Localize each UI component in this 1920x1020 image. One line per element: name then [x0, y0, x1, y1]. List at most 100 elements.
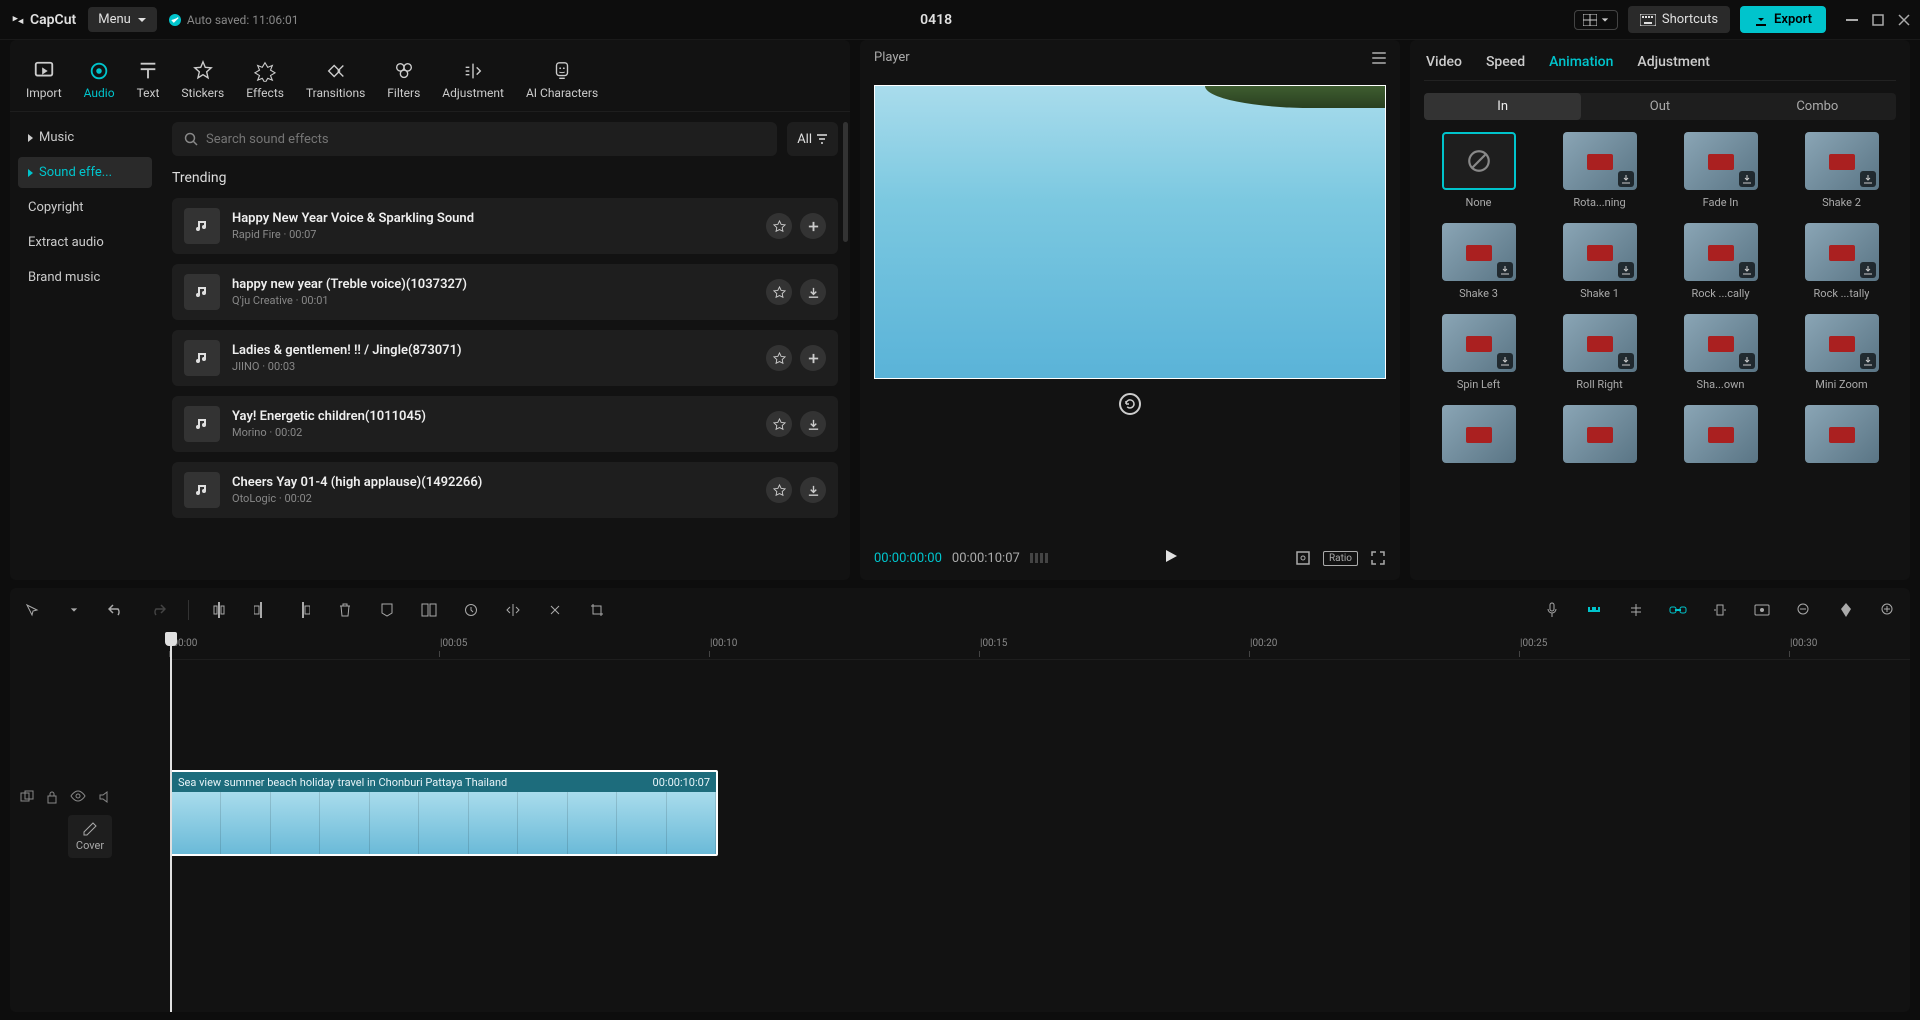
align-button[interactable]: [1624, 598, 1648, 622]
undo-button[interactable]: [104, 598, 128, 622]
rotate-button[interactable]: [543, 598, 567, 622]
anim-spin-left[interactable]: Spin Left: [1424, 314, 1533, 391]
search-input[interactable]: [206, 132, 765, 147]
crop-button[interactable]: [585, 598, 609, 622]
playhead[interactable]: [170, 632, 172, 1012]
zoom-out-button[interactable]: [1792, 598, 1816, 622]
prop-tab-animation[interactable]: Animation: [1549, 54, 1613, 70]
anim-sha-own[interactable]: Sha...own: [1666, 314, 1775, 391]
video-preview[interactable]: [874, 85, 1386, 379]
star-button[interactable]: [766, 213, 792, 239]
delete-button[interactable]: [333, 598, 357, 622]
screen-record-button[interactable]: [1750, 598, 1774, 622]
asset-tab-audio[interactable]: Audio: [82, 56, 117, 104]
magnet-toggle[interactable]: [1582, 598, 1606, 622]
prop-tab-video[interactable]: Video: [1426, 54, 1462, 70]
sound-row[interactable]: happy new year (Treble voice)(1037327)Q'…: [172, 264, 838, 320]
anim-rota-ning[interactable]: Rota...ning: [1545, 132, 1654, 209]
asset-tab-adjustment[interactable]: Adjustment: [440, 56, 506, 104]
recompute-icon[interactable]: [1119, 393, 1141, 415]
anim-shake-[interactable]: Shake 1: [1545, 223, 1654, 300]
zoom-in-button[interactable]: [1876, 598, 1900, 622]
scrollbar-thumb[interactable]: [843, 122, 848, 242]
anim-subtab-in[interactable]: In: [1424, 93, 1581, 120]
split-left-button[interactable]: [249, 598, 273, 622]
focus-icon[interactable]: [1295, 550, 1311, 566]
player-menu-icon[interactable]: [1372, 52, 1386, 64]
anim-partial[interactable]: [1424, 405, 1533, 463]
redo-button[interactable]: [146, 598, 170, 622]
anim-partial[interactable]: [1787, 405, 1896, 463]
minimize-button[interactable]: [1846, 14, 1858, 26]
sidebar-item-music[interactable]: Music: [18, 122, 152, 153]
plus-button[interactable]: [800, 213, 826, 239]
anim-subtab-out[interactable]: Out: [1581, 93, 1738, 120]
anim-roll-right[interactable]: Roll Right: [1545, 314, 1654, 391]
layout-button[interactable]: [1574, 10, 1618, 30]
download-button[interactable]: [800, 279, 826, 305]
filter-all-button[interactable]: All: [787, 122, 838, 156]
anim-rock-cally[interactable]: Rock ...cally: [1666, 223, 1775, 300]
anim-partial[interactable]: [1666, 405, 1775, 463]
timeline-tracks[interactable]: Cover Sea view summer beach holiday trav…: [170, 660, 1910, 1012]
asset-tab-import[interactable]: Import: [24, 56, 64, 104]
menu-button[interactable]: Menu: [88, 7, 157, 32]
sidebar-item-extract-audio[interactable]: Extract audio: [18, 227, 152, 258]
reverse-button[interactable]: [459, 598, 483, 622]
star-button[interactable]: [766, 345, 792, 371]
cover-button[interactable]: Cover: [68, 815, 112, 858]
plus-button[interactable]: [800, 345, 826, 371]
split-button[interactable]: [207, 598, 231, 622]
anim-subtab-combo[interactable]: Combo: [1739, 93, 1896, 120]
play-button[interactable]: [1163, 548, 1179, 568]
asset-tab-text[interactable]: Text: [135, 56, 162, 104]
crop-copy-button[interactable]: [417, 598, 441, 622]
sidebar-item-brand-music[interactable]: Brand music: [18, 262, 152, 293]
sound-row[interactable]: Happy New Year Voice & Sparkling SoundRa…: [172, 198, 838, 254]
mic-button[interactable]: [1540, 598, 1564, 622]
asset-tab-stickers[interactable]: Stickers: [179, 56, 226, 104]
star-button[interactable]: [766, 477, 792, 503]
close-button[interactable]: [1898, 14, 1910, 26]
shortcuts-button[interactable]: Shortcuts: [1628, 6, 1730, 33]
pointer-tool[interactable]: [20, 598, 44, 622]
anim-partial[interactable]: [1545, 405, 1654, 463]
chevron-down-icon[interactable]: [62, 598, 86, 622]
preview-cut-button[interactable]: [1708, 598, 1732, 622]
split-right-button[interactable]: [291, 598, 315, 622]
zoom-slider-thumb[interactable]: [1834, 598, 1858, 622]
asset-tab-filters[interactable]: Filters: [385, 56, 422, 104]
star-button[interactable]: [766, 279, 792, 305]
ratio-button[interactable]: Ratio: [1323, 551, 1358, 566]
asset-tab-transitions[interactable]: Transitions: [304, 56, 367, 104]
marker-button[interactable]: [375, 598, 399, 622]
sidebar-item-sound-effe-[interactable]: Sound effe...: [18, 157, 152, 188]
anim-shake-[interactable]: Shake 3: [1424, 223, 1533, 300]
fullscreen-icon[interactable]: [1370, 550, 1386, 566]
anim-rock-tally[interactable]: Rock ...tally: [1787, 223, 1896, 300]
anim-mini-zoom[interactable]: Mini Zoom: [1787, 314, 1896, 391]
sidebar-item-copyright[interactable]: Copyright: [18, 192, 152, 223]
maximize-button[interactable]: [1872, 14, 1884, 26]
anim-fade-in[interactable]: Fade In: [1666, 132, 1775, 209]
anim-none[interactable]: None: [1424, 132, 1533, 209]
timeline-ruler[interactable]: |00:00|00:05|00:10|00:15|00:20|00:25|00:…: [170, 632, 1910, 660]
prop-tab-speed[interactable]: Speed: [1486, 54, 1525, 70]
star-button[interactable]: [766, 411, 792, 437]
asset-tab-ai-characters[interactable]: AI Characters: [524, 56, 600, 104]
download-button[interactable]: [800, 411, 826, 437]
link-toggle[interactable]: [1666, 598, 1690, 622]
video-clip[interactable]: Sea view summer beach holiday travel in …: [170, 770, 718, 856]
sound-row[interactable]: Yay! Energetic children(1011045)Morino ·…: [172, 396, 838, 452]
search-box[interactable]: [172, 122, 777, 156]
export-button[interactable]: Export: [1740, 6, 1826, 33]
download-button[interactable]: [800, 477, 826, 503]
anim-shake-[interactable]: Shake 2: [1787, 132, 1896, 209]
sound-meta: JIINO · 00:03: [232, 360, 754, 373]
sound-row[interactable]: Cheers Yay 01-4 (high applause)(1492266)…: [172, 462, 838, 518]
mirror-button[interactable]: [501, 598, 525, 622]
download-icon: [1739, 171, 1755, 187]
sound-row[interactable]: Ladies & gentlemen! !! / Jingle(873071)J…: [172, 330, 838, 386]
prop-tab-adjustment[interactable]: Adjustment: [1637, 54, 1710, 70]
asset-tab-effects[interactable]: Effects: [244, 56, 286, 104]
